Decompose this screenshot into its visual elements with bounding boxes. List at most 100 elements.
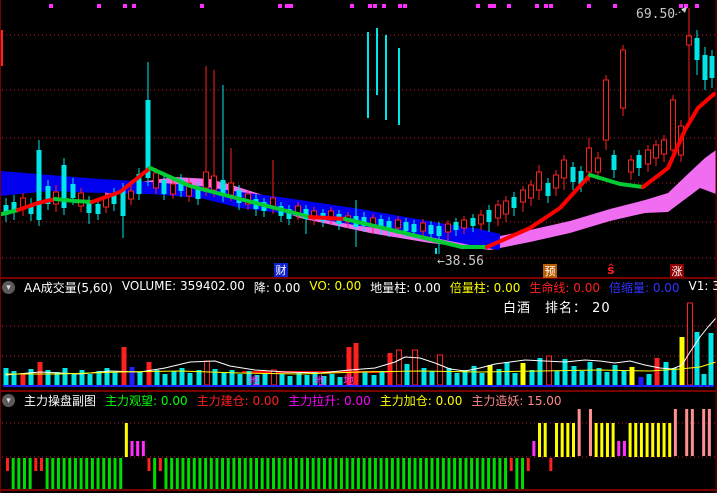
bottom-bar (566, 423, 570, 457)
bottom-bar (622, 441, 626, 456)
volume-bar (79, 370, 85, 385)
bottom-bar (481, 458, 485, 489)
volume-bar (687, 302, 693, 386)
bottom-bar (396, 458, 400, 489)
bottom-bar (487, 458, 491, 489)
indicator-value: 生命线: 0.00 (529, 281, 600, 295)
main-force-indicator-values: 主力操盘副图 主力观望: 0.00 主力建仓: 0.00 主力拉升: 0.00 主力加仓… (24, 393, 562, 408)
collapse-icon[interactable]: ▾ (2, 394, 15, 407)
bottom-bar (90, 458, 94, 489)
bottom-bar (628, 423, 632, 457)
bottom-bar (305, 458, 309, 489)
candle-body (436, 226, 442, 236)
volume-bar (11, 371, 17, 385)
volume-bar (337, 377, 343, 385)
collapse-icon[interactable]: ▾ (2, 281, 15, 294)
bottom-bar (260, 458, 264, 489)
volume-bar (171, 371, 177, 385)
bottom-bar (538, 423, 542, 457)
candle-body (670, 99, 676, 151)
price-low-label: ←38.56 (437, 254, 484, 269)
volume-bar (20, 373, 26, 385)
candle-body (495, 204, 501, 219)
candle-body (620, 49, 626, 109)
marker-dot (368, 4, 372, 8)
bottom-bar (351, 458, 355, 489)
price-high-label: 69.50 (636, 7, 676, 22)
marker-dot (285, 4, 289, 8)
volume-bar (629, 367, 635, 385)
indicator-value: 主力观望: 0.00 (105, 394, 188, 408)
bottom-bar (509, 458, 513, 471)
candle-body (694, 38, 700, 60)
bottom-bar (668, 423, 672, 457)
candle-body (645, 149, 651, 165)
candle-body (603, 79, 609, 141)
candle-body (211, 175, 217, 191)
volume-bar (671, 368, 677, 385)
bottom-bar (249, 458, 253, 489)
volume-bar (212, 369, 218, 385)
bottom-bar (136, 441, 140, 456)
marker-dot (549, 4, 553, 8)
volume-bar (204, 360, 210, 386)
candle-body (536, 171, 542, 191)
bottom-bar (560, 423, 564, 457)
candle-body (595, 157, 601, 173)
bottom-bar (594, 423, 598, 457)
bottom-bar (470, 458, 474, 489)
volume-bar (304, 375, 310, 385)
bottom-bar (283, 458, 287, 489)
main-force-panel-header[interactable]: ▾ 主力操盘副图 主力观望: 0.00 主力建仓: 0.00 主力拉升: 0.00 主力… (2, 393, 717, 408)
marker-dot (350, 4, 354, 8)
chart-canvas (0, 0, 717, 493)
bottom-bar (124, 423, 128, 457)
bottom-bar (209, 458, 213, 489)
indicator-value: 倍量柱: 0.00 (449, 281, 521, 295)
marker-dot (679, 4, 683, 8)
candle-body (686, 35, 692, 46)
candle-body (128, 190, 134, 200)
volume-bar (112, 372, 118, 385)
bottom-bar (181, 458, 185, 489)
candle-body (653, 144, 659, 159)
bottom-bar (187, 458, 191, 489)
indicator-value: 倍缩量: 0.00 (608, 281, 680, 295)
volume-bar (446, 368, 452, 385)
candle-body (445, 223, 451, 233)
volume-bar (404, 364, 410, 385)
bottom-bar (130, 441, 134, 456)
volume-bar (371, 375, 377, 385)
bottom-bar (475, 458, 479, 489)
volume-bar (28, 369, 34, 385)
volume-bar (87, 374, 93, 385)
volume-bar (237, 374, 243, 385)
marker-dot (278, 4, 282, 8)
volume-bar (271, 369, 277, 386)
volume-bar (663, 362, 669, 385)
indicator-value: 主力加仓: 0.00 (379, 394, 463, 408)
bottom-bar (6, 458, 9, 471)
volume-panel-header[interactable]: ▾ AA成交量(5,60) VOLUME: 359402.00 降: 0.00 VO:… (2, 280, 717, 295)
volume-bar (162, 374, 168, 385)
indicator-value: 主力拉升: 0.00 (288, 394, 371, 408)
bottom-bar (515, 458, 519, 489)
bottom-bar (656, 423, 660, 457)
volume-bar (679, 337, 685, 385)
candle-body (203, 171, 209, 189)
bottom-bar (430, 458, 434, 489)
volume-bar (353, 343, 359, 385)
volume-bar (329, 374, 335, 385)
bottom-bar (339, 458, 343, 489)
volume-bar (362, 372, 368, 385)
candle-body (628, 159, 634, 173)
volume-bar (708, 333, 714, 385)
marker-dot (200, 4, 204, 8)
candle-body (503, 200, 509, 215)
volume-bar (529, 370, 535, 385)
marker-dot (587, 4, 591, 8)
indicator-value: 主力操盘副图 (24, 394, 97, 408)
volume-bar (701, 374, 707, 385)
candle-body (411, 224, 417, 232)
candle-body (553, 174, 559, 189)
